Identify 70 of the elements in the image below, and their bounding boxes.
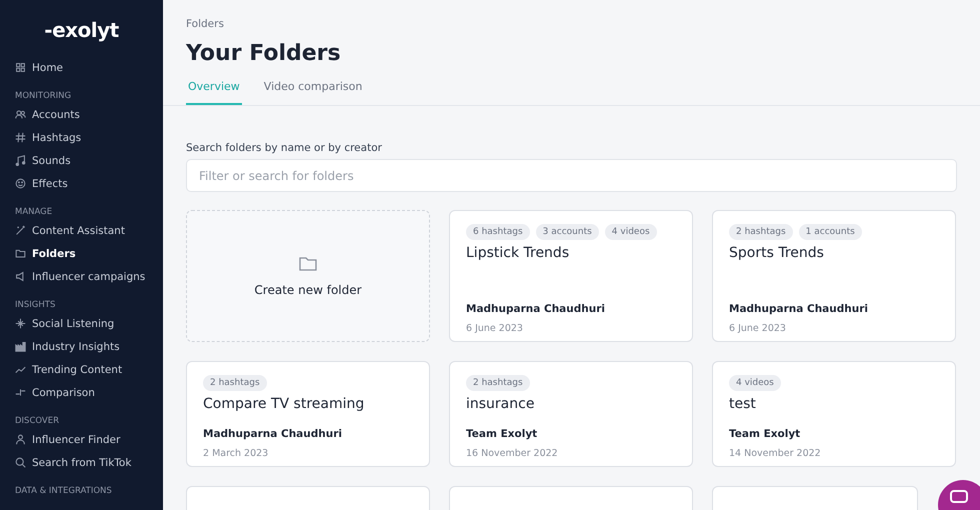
section-heading: MONITORING: [15, 91, 72, 101]
folder-name: Sports Trends: [729, 245, 824, 261]
factory-icon: [15, 341, 26, 352]
nav-item[interactable]: Influencer Finder: [15, 428, 163, 451]
count-tag: 6 hashtags: [466, 224, 530, 240]
grid-icon: [15, 62, 26, 73]
nav-item[interactable]: Hashtags: [15, 126, 163, 149]
search-label: Search folders by name or by creator: [186, 142, 382, 154]
folder-card[interactable]: 4 videos test Team Exolyt 14 November 2022: [712, 361, 956, 467]
folder-name: insurance: [466, 396, 534, 412]
folder-name: Lipstick Trends: [466, 245, 570, 261]
search-field[interactable]: Filter or search for folders: [186, 159, 957, 192]
nav-item[interactable]: Accounts: [15, 103, 163, 126]
count-tag: 2 hashtags: [203, 375, 267, 391]
search-icon: [15, 457, 26, 468]
nav-item[interactable]: Social Listening: [15, 312, 163, 335]
nav-item[interactable]: Effects: [15, 172, 163, 195]
section-heading: DATA & INTEGRATIONS: [15, 486, 112, 496]
folder-icon: [298, 255, 318, 273]
folder-card[interactable]: 2 hashtags insurance Team Exolyt 16 November 2022: [449, 361, 693, 467]
count-tag: 3 accounts: [536, 224, 599, 240]
sparkle-icon: [15, 318, 26, 329]
count-tag: 1 accounts: [798, 224, 862, 240]
folder-card[interactable]: 2 hashtags Compare TV streaming Madhuparna Chaudhuri 2 March 2023: [186, 361, 430, 467]
nav-item[interactable]: Content Assistant: [15, 219, 163, 242]
create-folder-card[interactable]: Create new folder: [186, 210, 430, 342]
count-tag: 2 hashtags: [466, 375, 530, 391]
nav-item[interactable]: Trending Content: [15, 358, 163, 381]
nav-item[interactable]: Comparison: [15, 381, 163, 404]
nav-item[interactable]: Folders: [15, 242, 163, 265]
folder-name: Compare TV streaming: [203, 396, 364, 412]
nav-item[interactable]: Industry Insights: [15, 335, 163, 358]
chat-icon: [950, 490, 968, 504]
compare-icon: [15, 387, 26, 398]
section-heading: MANAGE: [15, 207, 52, 217]
users-icon: [15, 109, 26, 120]
created-date: 6 June 2023: [729, 323, 786, 334]
section-heading: DISCOVER: [15, 416, 60, 426]
nav-item[interactable]: Sounds: [15, 149, 163, 172]
smiley-icon: [15, 178, 26, 189]
creator-name: Team Exolyt: [466, 428, 538, 440]
created-date: 14 November 2022: [729, 448, 821, 459]
exolyt-logo: -exolyt: [43, 18, 120, 42]
creator-name: Team Exolyt: [729, 428, 800, 440]
hash-icon: [15, 132, 26, 143]
megaphone-icon: [15, 271, 26, 282]
tab[interactable]: Video comparison: [262, 80, 364, 105]
created-date: 2 March 2023: [203, 448, 268, 459]
person-icon: [15, 434, 26, 445]
folder-name: test: [729, 396, 756, 412]
count-tag: 2 hashtags: [729, 224, 793, 240]
folder-card[interactable]: 6 hashtags 3 accounts 4 videos Lipstick Trends Madhuparna Chaudhuri 6 June 2023: [449, 210, 693, 342]
nav-item[interactable]: Home: [15, 56, 163, 79]
breadcrumb[interactable]: Folders: [186, 18, 224, 30]
page-title: Your Folders: [186, 41, 341, 66]
creator-name: Madhuparna Chaudhuri: [466, 303, 605, 315]
creator-name: Madhuparna Chaudhuri: [203, 428, 342, 440]
folder-card[interactable]: 2 hashtags 1 accounts Sports Trends Madhuparna Chaudhuri 6 June 2023: [712, 210, 956, 342]
count-tag: 4 videos: [729, 375, 781, 391]
creator-name: Madhuparna Chaudhuri: [729, 303, 868, 315]
music-icon: [15, 155, 26, 166]
created-date: 6 June 2023: [466, 323, 523, 334]
created-date: 16 November 2022: [466, 448, 558, 459]
section-heading: INSIGHTS: [15, 300, 56, 310]
nav-item[interactable]: Influencer campaigns: [15, 265, 163, 288]
trend-line-icon: [15, 364, 26, 375]
folder-icon: [15, 248, 26, 259]
count-tag: 4 videos: [604, 224, 657, 240]
wand-icon: [15, 225, 26, 236]
nav-item[interactable]: Search from TikTok: [15, 451, 163, 474]
